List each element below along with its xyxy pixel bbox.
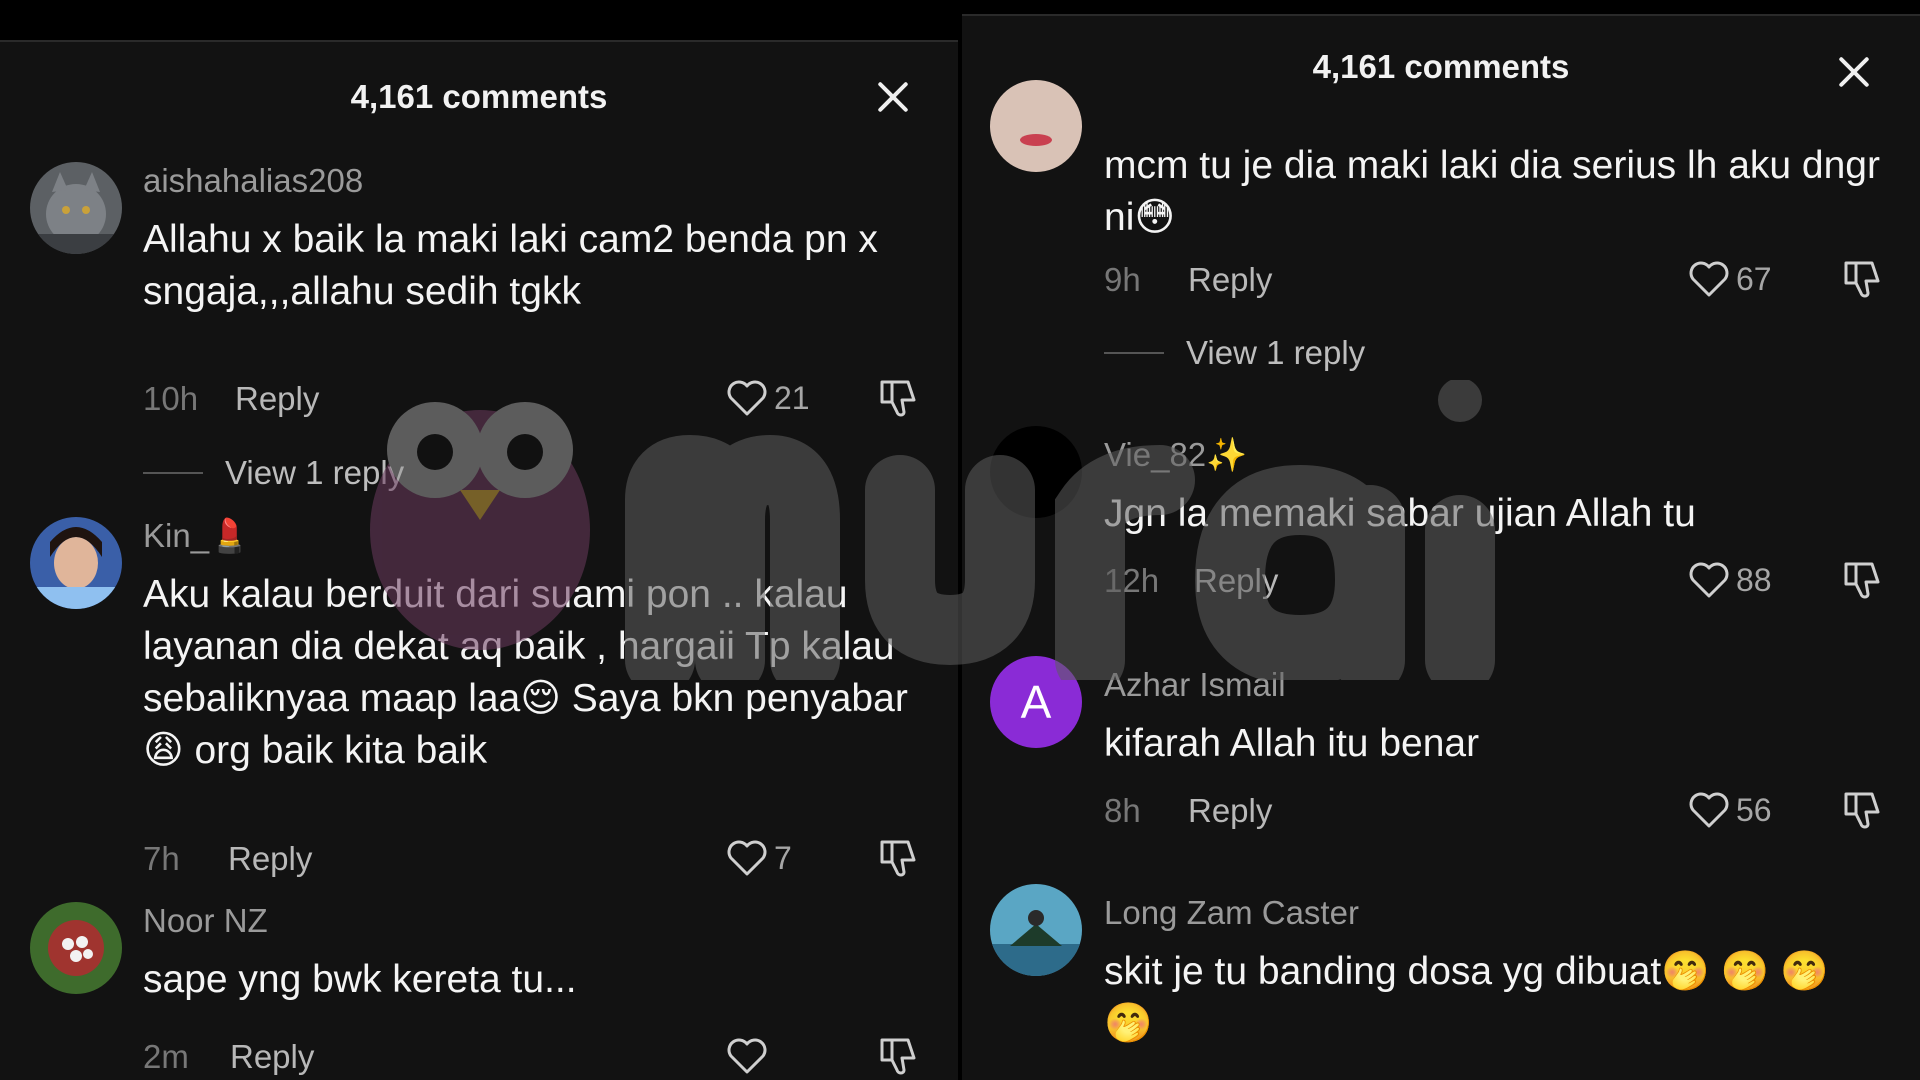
comment-text: Jgn la memaki sabar ujian Allah tu [1104, 492, 1696, 535]
avatar[interactable] [990, 80, 1082, 172]
dislike-icon[interactable] [876, 836, 920, 880]
avatar[interactable] [30, 162, 122, 254]
heart-icon [1689, 562, 1729, 598]
divider-line [1104, 352, 1164, 354]
comment-time: 9h [1104, 261, 1141, 298]
comment-text: kifarah Allah itu benar [1104, 722, 1480, 765]
comment-username[interactable]: Noor NZ [143, 902, 268, 940]
view-replies-label: View 1 reply [225, 454, 405, 491]
comments-panel-right: 4,161 comments mcm tu je dia maki laki d… [962, 14, 1920, 1080]
comment-meta: 8h Reply 56 [1104, 786, 1890, 836]
avatar[interactable]: A [990, 656, 1082, 748]
like-count: 56 [1736, 791, 1772, 828]
comment-time: 2m [143, 1038, 189, 1075]
comment-text: skit je tu banding dosa yg dibuat🤭 🤭 🤭 🤭 [1104, 950, 1829, 1045]
view-replies-label: View 1 reply [1186, 334, 1366, 371]
dislike-icon[interactable] [1840, 257, 1884, 301]
comment-username[interactable]: Azhar Ismail [1104, 666, 1286, 704]
avatar[interactable] [30, 517, 122, 609]
like-button[interactable]: 7 [726, 834, 792, 882]
comment-text: Aku kalau berduit dari suami pon .. kala… [143, 573, 908, 772]
reply-button[interactable]: Reply [235, 380, 319, 418]
view-replies-button[interactable]: View 1 reply [1104, 334, 1365, 372]
comment-meta: 9h Reply 67 [1104, 255, 1890, 305]
comment-meta: 2m Reply [143, 1032, 928, 1080]
like-button[interactable] [726, 1032, 774, 1080]
heart-icon [727, 840, 767, 876]
comment-username[interactable]: Kin_💄 [143, 517, 250, 556]
dislike-icon[interactable] [1840, 558, 1884, 602]
comment-text: Allahu x baik la maki laki cam2 benda pn… [143, 218, 878, 313]
reply-button[interactable]: Reply [1188, 261, 1272, 299]
like-button[interactable]: 56 [1688, 786, 1772, 834]
avatar[interactable] [30, 902, 122, 994]
comment-username[interactable]: Vie_82✨ [1104, 436, 1247, 475]
view-replies-button[interactable]: View 1 reply [143, 454, 404, 492]
comments-count-title: 4,161 comments [350, 78, 608, 115]
reply-button[interactable]: Reply [1194, 562, 1278, 600]
comment-meta: 7h Reply 7 [143, 834, 928, 884]
comment-meta: 12h Reply 88 [1104, 556, 1890, 606]
comments-header: 4,161 comments [0, 62, 958, 132]
like-button[interactable]: 67 [1688, 255, 1772, 303]
comments-header: 4,161 comments [962, 32, 1920, 102]
comment-time: 10h [143, 380, 199, 417]
reply-button[interactable]: Reply [1188, 792, 1272, 830]
reply-button[interactable]: Reply [228, 840, 312, 878]
dislike-icon[interactable] [1840, 788, 1884, 832]
like-button[interactable]: 21 [726, 374, 810, 422]
avatar-letter: A [1020, 676, 1052, 728]
comments-panel-left: 4,161 comments aishahalias208 Allahu x b… [0, 40, 958, 1080]
close-icon[interactable] [1834, 52, 1874, 92]
like-count: 7 [774, 839, 792, 876]
heart-icon [1689, 792, 1729, 828]
heart-icon [1689, 261, 1729, 297]
comment-time: 12h [1104, 562, 1160, 599]
avatar[interactable] [990, 426, 1082, 518]
avatar[interactable] [990, 884, 1082, 976]
dislike-icon[interactable] [876, 1034, 920, 1078]
close-icon[interactable] [873, 77, 913, 117]
heart-icon [727, 1038, 767, 1074]
comment-text: mcm tu je dia maki laki dia serius lh ak… [1104, 144, 1880, 239]
comment-text: sape yng bwk kereta tu... [143, 958, 577, 1001]
heart-icon [727, 380, 767, 416]
comment-username[interactable]: Long Zam Caster [1104, 894, 1359, 932]
comment-meta: 10h Reply 21 [143, 374, 928, 424]
reply-button[interactable]: Reply [230, 1038, 314, 1076]
comments-count-title: 4,161 comments [1312, 48, 1570, 85]
like-count: 88 [1736, 561, 1772, 598]
comment-time: 7h [143, 840, 180, 877]
like-count: 67 [1736, 260, 1772, 297]
comment-time: 8h [1104, 792, 1141, 829]
like-count: 21 [774, 379, 810, 416]
divider-line [143, 472, 203, 474]
dislike-icon[interactable] [876, 376, 920, 420]
screenshot-collage: 4,161 comments aishahalias208 Allahu x b… [0, 0, 1920, 1080]
like-button[interactable]: 88 [1688, 556, 1772, 604]
comment-username[interactable]: aishahalias208 [143, 162, 363, 200]
